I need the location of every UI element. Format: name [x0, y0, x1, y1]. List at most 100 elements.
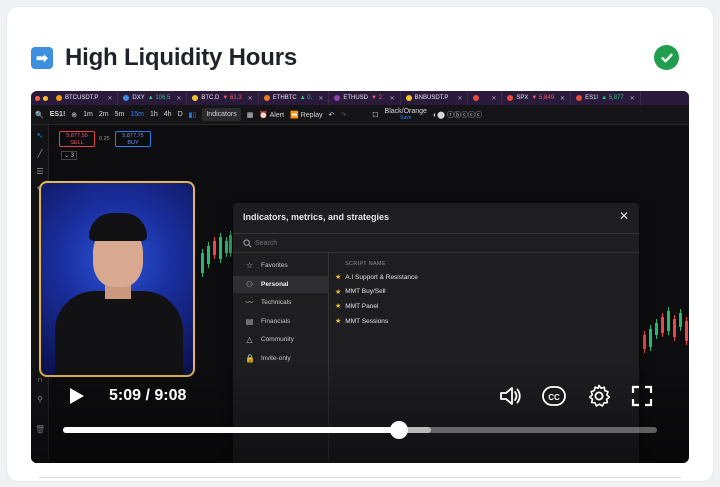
- tab-change: ▼ 61.3: [222, 95, 242, 101]
- category-label: Personal: [261, 280, 289, 288]
- tab-close-icon: ✕: [491, 95, 497, 102]
- tab-symbol: BNBUSDT.P: [414, 95, 449, 101]
- category-label: Technicals: [261, 299, 292, 306]
- tab-close-icon: ✕: [629, 95, 635, 102]
- lesson-card: ➡ High Liquidity Hours BTCUSDT.P ✕ DXY ▲ 10…: [6, 6, 714, 482]
- script-name: MMT Buy/Sell: [345, 288, 386, 296]
- tab-symbol: BTCUSDT.P: [65, 95, 99, 101]
- sell-label: SELL: [70, 140, 84, 146]
- star-icon: ☆: [245, 261, 254, 270]
- layout-name-label: Black/Orange: [384, 107, 427, 115]
- right-arrow-icon: ➡: [31, 47, 53, 69]
- script-item: ★ A.I Support & Resistance: [335, 273, 418, 282]
- category-item: ▤ Financials: [233, 313, 329, 330]
- spread-value: 0.25: [99, 136, 110, 142]
- video-player[interactable]: BTCUSDT.P ✕ DXY ▲ 106.5 ✕ BTC.D ▼ 61.3 ✕ ETHBTC ▲…: [31, 91, 689, 463]
- candle-body: [661, 317, 664, 333]
- undo-icon: ↶: [328, 111, 335, 119]
- candle-body: [219, 237, 222, 259]
- play-icon[interactable]: [69, 387, 85, 405]
- timeframe-15m: 15m: [130, 111, 144, 118]
- controls-overlay: [31, 361, 689, 463]
- tab-change: ▲ 106.5: [147, 95, 171, 101]
- tab-favicon-icon: [473, 95, 480, 101]
- browser-tab: ✕: [468, 91, 503, 105]
- tab-favicon-icon: [576, 95, 583, 101]
- favorite-star-icon: ★: [335, 274, 342, 281]
- favorite-star-icon: ★: [335, 288, 342, 296]
- templates-icon: ▦: [246, 111, 254, 119]
- tab-change: ▲ 0.: [299, 95, 313, 101]
- dialog-title: Indicators, metrics, and strategies: [243, 212, 390, 222]
- candle-body: [213, 241, 216, 255]
- indicators-button: Indicators: [202, 108, 241, 121]
- lesson-title: High Liquidity Hours: [65, 44, 297, 71]
- layout-name: Black/Orange Save: [384, 107, 427, 121]
- svg-text:CC: CC: [548, 393, 560, 402]
- category-label: Favorites: [261, 262, 288, 269]
- fullscreen-icon[interactable]: [629, 383, 655, 409]
- symbol-label: ES1!: [49, 111, 66, 118]
- search-icon: 🔍: [35, 111, 44, 119]
- browser-tab: ES1! ▲ 5,877 ✕: [571, 91, 641, 105]
- tab-change: ▲ 5,877: [601, 95, 624, 101]
- tab-change: ▼ 5,849: [531, 95, 555, 101]
- browser-menu-icon: [31, 91, 51, 105]
- browser-tab: BTCUSDT.P ✕: [51, 91, 119, 105]
- community-icon: △: [246, 335, 253, 344]
- browser-tab: DXY ▲ 106.5 ✕: [118, 91, 188, 105]
- candle-body: [229, 235, 232, 253]
- search-bar: Search: [233, 233, 639, 253]
- layout-save-label: Save: [400, 114, 412, 121]
- script-name: MMT Panel: [345, 302, 379, 310]
- buy-label: BUY: [127, 140, 139, 146]
- trendline-icon: ╱: [37, 149, 43, 158]
- search-input: Search: [255, 240, 278, 247]
- tab-favicon-icon: [192, 95, 199, 101]
- category-label: Community: [261, 336, 294, 343]
- search-icon: [243, 239, 252, 248]
- candle-body: [667, 311, 670, 331]
- tab-symbol: BTC.D: [201, 95, 220, 101]
- tab-favicon-icon: [507, 95, 514, 101]
- captions-icon[interactable]: CC: [541, 383, 567, 409]
- browser-tab: SPX ▼ 5,849 ✕: [502, 91, 572, 105]
- volume-icon[interactable]: [497, 383, 523, 409]
- favorite-star-icon: ★: [335, 318, 342, 326]
- progress-handle[interactable]: [389, 421, 408, 439]
- tab-symbol: DXY: [132, 95, 145, 101]
- script-name: A.I Support & Resistance: [345, 273, 418, 281]
- browser-tab: ETHBTC ▲ 0. ✕: [259, 91, 330, 105]
- alert-label: Alert: [269, 111, 285, 119]
- candle-body: [685, 321, 688, 341]
- script-name: MMT Sessions: [345, 317, 389, 325]
- redo-icon: ↷: [340, 111, 347, 119]
- tab-symbol: SPX: [516, 95, 529, 101]
- presenter-cap: [89, 213, 147, 241]
- timeframe-5m: 5m: [114, 111, 125, 118]
- category-label: Financials: [261, 317, 291, 325]
- tab-symbol: ES1!: [585, 95, 599, 101]
- presenter-webcam: [39, 181, 195, 377]
- tab-symbol: ETHUSD: [343, 95, 369, 101]
- replay-label: Replay: [300, 111, 323, 119]
- progress-fill: [63, 427, 399, 433]
- fib-icon: ☰: [36, 167, 44, 176]
- sell-price: 5,877.50: [66, 133, 88, 139]
- tab-close-icon: ✕: [318, 95, 324, 102]
- check-circle-icon: [654, 45, 679, 70]
- tab-favicon-icon: [123, 95, 130, 101]
- settings-icon[interactable]: [586, 383, 612, 409]
- replay-button: ⏪ Replay: [290, 111, 323, 119]
- tab-close-icon: ✕: [560, 95, 566, 102]
- column-header: SCRIPT NAME: [345, 261, 386, 267]
- cursor-icon: ↖: [36, 131, 44, 140]
- candle-body: [673, 319, 676, 337]
- candle-body: [225, 241, 228, 253]
- progress-bar[interactable]: [63, 421, 657, 439]
- favorite-star-icon: ★: [335, 303, 342, 311]
- timeframe-2m: 2m: [98, 111, 109, 118]
- tab-favicon-icon: [56, 95, 62, 101]
- alert-button: ⏰ Alert: [259, 111, 285, 119]
- quantity-stepper: ⌄ 3: [61, 151, 78, 160]
